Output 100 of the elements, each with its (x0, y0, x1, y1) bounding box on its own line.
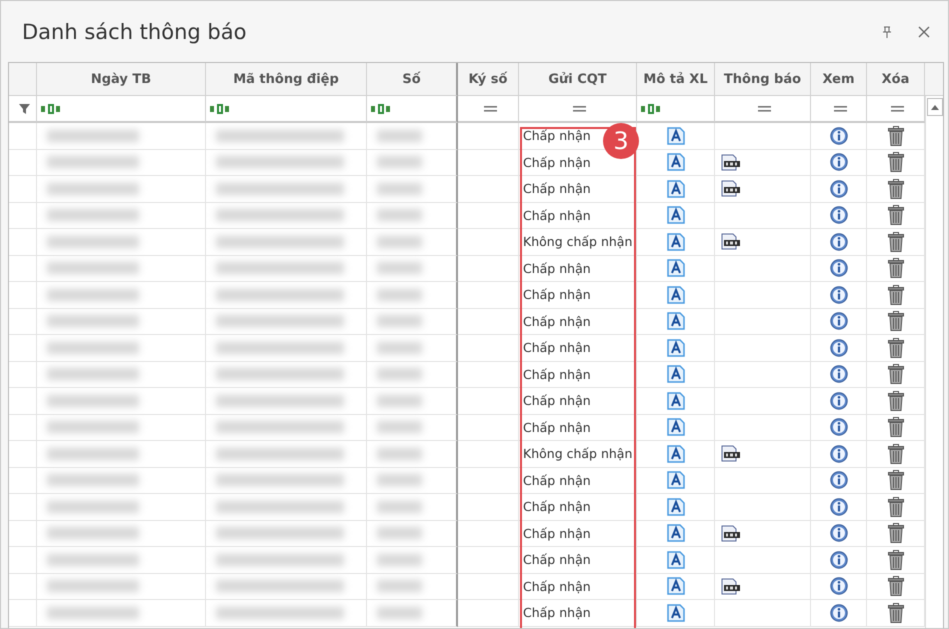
document-letter-icon[interactable] (666, 418, 684, 436)
trash-icon[interactable] (888, 602, 904, 623)
info-icon[interactable] (830, 471, 848, 490)
info-icon[interactable] (830, 338, 848, 357)
trash-icon[interactable] (888, 284, 904, 305)
trash-icon[interactable] (888, 311, 904, 332)
filter-field[interactable] (458, 96, 519, 123)
document-letter-icon[interactable] (666, 153, 684, 172)
column-header[interactable]: Mã thông điệp (206, 63, 367, 96)
table-cell: Chấp nhận (519, 335, 637, 362)
info-icon[interactable] (830, 126, 848, 145)
trash-icon[interactable] (888, 444, 904, 464)
trash-icon[interactable] (888, 205, 904, 226)
xml-file-icon[interactable] (721, 578, 741, 595)
trash-icon[interactable] (888, 178, 904, 199)
filter-icon[interactable] (19, 104, 30, 114)
filter-field[interactable] (637, 96, 715, 123)
table-cell: Chấp nhận (519, 600, 637, 626)
xml-file-icon[interactable] (721, 524, 741, 542)
document-letter-icon[interactable] (666, 604, 684, 622)
blurred-text (377, 262, 422, 274)
document-letter-icon[interactable] (666, 444, 684, 463)
info-icon[interactable] (830, 232, 848, 251)
equals-filter-icon (834, 106, 847, 112)
xml-file-icon[interactable] (721, 233, 741, 250)
filter-field[interactable] (367, 96, 458, 123)
trash-icon[interactable] (888, 390, 904, 411)
xml-file-icon[interactable] (721, 154, 741, 171)
document-letter-icon[interactable] (666, 338, 684, 357)
table-cell: Chấp nhận (519, 202, 637, 229)
trash-icon[interactable] (888, 338, 904, 358)
info-icon[interactable] (830, 312, 848, 330)
column-header[interactable]: Xóa (867, 63, 925, 96)
column-header[interactable]: Xem (811, 63, 867, 96)
document-letter-icon[interactable] (666, 259, 684, 278)
table-cell (458, 414, 519, 441)
trash-icon[interactable] (888, 232, 904, 252)
info-icon[interactable] (830, 577, 848, 596)
xml-file-icon[interactable] (721, 180, 741, 198)
info-icon[interactable] (830, 286, 848, 304)
document-letter-icon[interactable] (666, 232, 684, 251)
trash-icon[interactable] (888, 550, 904, 570)
document-letter-icon[interactable] (666, 471, 684, 490)
column-header[interactable]: Số (367, 63, 458, 96)
column-header[interactable]: Thông báo (715, 63, 811, 96)
filter-field[interactable] (37, 96, 206, 123)
blurred-text (377, 448, 422, 460)
info-icon[interactable] (830, 392, 848, 410)
document-letter-icon[interactable] (666, 365, 684, 384)
trash-icon[interactable] (888, 364, 904, 384)
trash-icon[interactable] (888, 576, 904, 596)
trash-icon[interactable] (888, 417, 904, 438)
trash-icon[interactable] (888, 152, 904, 172)
document-letter-icon[interactable] (666, 286, 684, 304)
info-icon[interactable] (830, 180, 848, 198)
filter-field[interactable] (206, 96, 367, 123)
table-cell: Không chấp nhận (519, 441, 637, 468)
document-letter-icon[interactable] (666, 180, 684, 198)
info-icon[interactable] (830, 418, 848, 436)
table-cell: Chấp nhận (519, 414, 637, 441)
blurred-text (377, 421, 422, 434)
document-letter-icon[interactable] (666, 524, 684, 542)
trash-icon[interactable] (888, 126, 904, 146)
column-header[interactable]: Ký số (458, 63, 519, 96)
filter-field[interactable] (715, 96, 811, 123)
document-letter-icon[interactable] (666, 550, 684, 569)
info-icon[interactable] (830, 604, 848, 622)
table-cell: Chấp nhận (519, 547, 637, 574)
document-letter-icon[interactable] (666, 577, 684, 596)
info-icon[interactable] (830, 153, 848, 172)
table-cell (458, 229, 519, 256)
filter-field[interactable] (811, 96, 867, 123)
document-letter-icon[interactable] (666, 498, 684, 516)
table-cell: Chấp nhận (519, 388, 637, 414)
info-icon[interactable] (830, 365, 848, 384)
info-icon[interactable] (830, 498, 848, 516)
info-icon[interactable] (830, 444, 848, 463)
filter-field[interactable] (519, 96, 637, 123)
trash-icon[interactable] (888, 470, 904, 490)
document-letter-icon[interactable] (666, 126, 684, 145)
column-header[interactable]: Ngày TB (37, 63, 206, 96)
xml-file-icon[interactable] (721, 445, 741, 462)
document-letter-icon[interactable] (666, 206, 684, 224)
column-header[interactable]: Mô tả XL (637, 63, 715, 96)
info-icon[interactable] (830, 550, 848, 569)
document-letter-icon[interactable] (666, 392, 684, 410)
trash-icon[interactable] (888, 496, 904, 517)
column-header[interactable]: Gửi CQT (519, 63, 637, 96)
info-icon[interactable] (830, 524, 848, 542)
filter-field[interactable] (867, 96, 925, 123)
trash-icon[interactable] (888, 523, 904, 544)
info-icon[interactable] (830, 259, 848, 278)
info-icon[interactable] (830, 206, 848, 224)
blurred-text (377, 474, 422, 486)
step-badge: 3 (603, 123, 639, 159)
scroll-up-button[interactable] (926, 98, 942, 116)
table-cell: Chấp nhận (519, 282, 637, 308)
table-cell (458, 441, 519, 468)
trash-icon[interactable] (888, 258, 904, 278)
document-letter-icon[interactable] (666, 312, 684, 330)
